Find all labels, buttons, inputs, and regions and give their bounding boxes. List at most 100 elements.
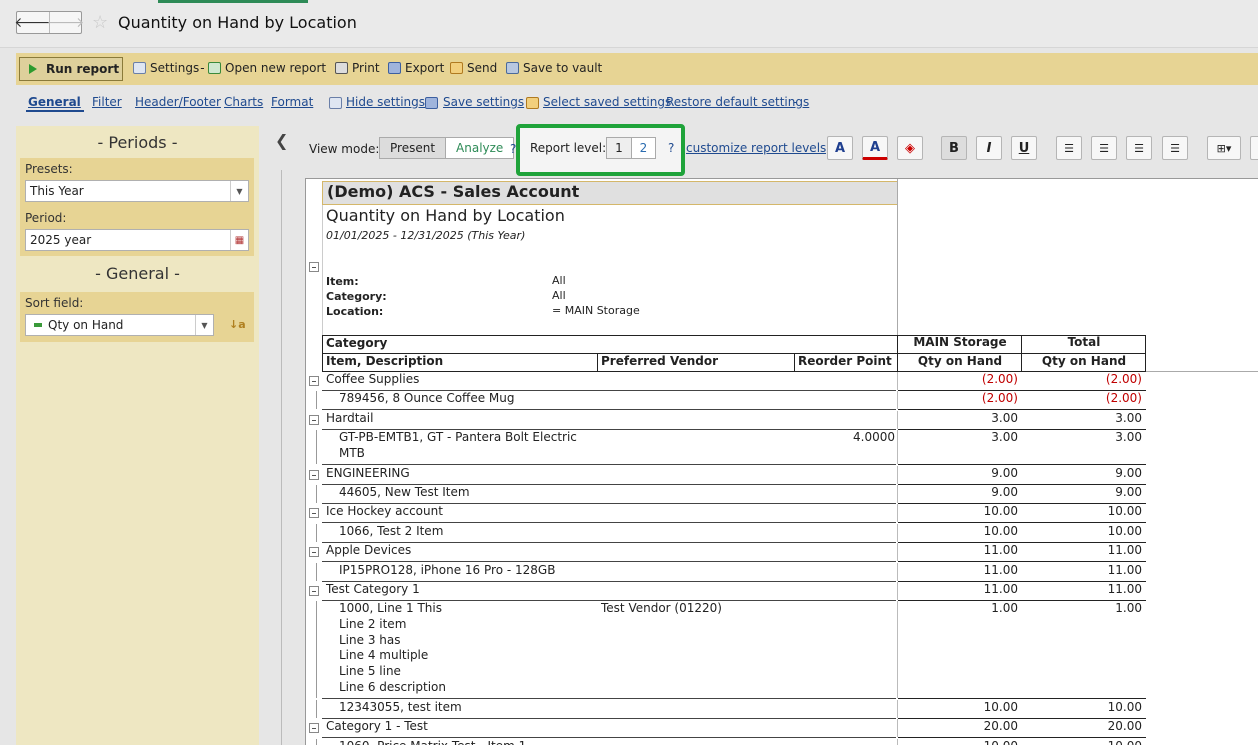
- qty-total: 1.00: [1115, 601, 1142, 615]
- item-description: 12343055, test item: [339, 700, 462, 714]
- column-header-vendor: Preferred Vendor: [601, 354, 719, 368]
- settings-icon: [133, 62, 146, 74]
- tab-filter[interactable]: Filter: [92, 95, 122, 109]
- column-divider: [897, 543, 898, 561]
- item-description: GT-PB-EMTB1, GT - Pantera Bolt Electric: [339, 430, 577, 444]
- qty-main-storage: 10.00: [898, 739, 1018, 745]
- collapse-row-icon[interactable]: [309, 586, 319, 596]
- chevron-down-icon[interactable]: ▼: [230, 181, 248, 201]
- row-divider: [898, 737, 1146, 738]
- qty-main-storage: 11.00: [983, 563, 1018, 577]
- collapse-row-icon[interactable]: [309, 470, 319, 480]
- back-arrow-icon[interactable]: 🡐: [14, 12, 52, 33]
- qty-total: 9.00: [1115, 466, 1142, 480]
- category-name: Test Category 1: [326, 582, 420, 596]
- row-divider: [322, 561, 896, 562]
- star-icon[interactable]: ☆: [92, 12, 108, 33]
- chevron-down-icon[interactable]: ▼: [195, 315, 213, 335]
- sort-order-icon[interactable]: ↓a: [229, 318, 246, 331]
- qty-total: 10.00: [1107, 524, 1142, 538]
- restore-default-settings-link[interactable]: Restore default settings: [666, 95, 809, 109]
- category-name: Coffee Supplies: [326, 372, 420, 386]
- period-field[interactable]: 2025 year ▦: [25, 229, 249, 251]
- bold-button[interactable]: B: [941, 136, 967, 160]
- report-level-2-button[interactable]: 2: [631, 138, 655, 158]
- align-center-icon[interactable]: ☰: [1091, 136, 1117, 160]
- qty-total: (2.00): [1105, 391, 1142, 405]
- collapse-panel-icon[interactable]: ❮: [275, 131, 288, 150]
- font-color-a-button[interactable]: A: [827, 136, 853, 160]
- collapse-header-icon[interactable]: [309, 262, 319, 272]
- select-saved-settings-link[interactable]: Select saved settings: [543, 95, 671, 109]
- column-divider: [897, 430, 898, 464]
- borders-icon[interactable]: ⊞▾: [1207, 136, 1241, 160]
- italic-button[interactable]: I: [976, 136, 1002, 160]
- panel-divider: [281, 170, 282, 745]
- align-right-icon[interactable]: ☰: [1126, 136, 1152, 160]
- tab-header-footer[interactable]: Header/Footer: [135, 95, 221, 109]
- qty-main-storage: 11.00: [983, 543, 1018, 557]
- collapse-row-icon[interactable]: [309, 723, 319, 733]
- report-level-1-button[interactable]: 1: [607, 138, 631, 158]
- tab-charts[interactable]: Charts: [224, 95, 263, 109]
- row-divider: [322, 464, 896, 465]
- qty-total: 11.00: [1107, 563, 1142, 577]
- save-to-vault-button[interactable]: Save to vault: [506, 61, 602, 75]
- periods-box: Presets: This Year ▼ Period: 2025 year ▦: [20, 158, 254, 256]
- presets-select[interactable]: This Year ▼: [25, 180, 249, 202]
- save-settings-icon: [425, 97, 438, 109]
- sort-field-value: Qty on Hand: [48, 318, 124, 332]
- sort-field-select[interactable]: Qty on Hand ▼: [25, 314, 214, 336]
- more-tools-button[interactable]: [1250, 136, 1258, 160]
- column-divider: [897, 524, 898, 542]
- send-button[interactable]: Send: [450, 61, 497, 75]
- settings-button[interactable]: Settings -: [133, 61, 205, 75]
- open-new-report-button[interactable]: Open new report: [208, 61, 326, 75]
- item-description: IP15PRO128, iPhone 16 Pro - 128GB: [339, 563, 556, 577]
- column-divider: [897, 504, 898, 522]
- tab-format[interactable]: Format: [271, 95, 313, 109]
- collapse-row-icon[interactable]: [309, 508, 319, 518]
- filter-location-label: Location:: [326, 305, 384, 318]
- settings-menu-bar: General Filter Header/Footer Charts Form…: [16, 88, 1258, 116]
- collapse-row-icon[interactable]: [309, 415, 319, 425]
- row-divider: [322, 409, 896, 410]
- printer-icon: [335, 62, 348, 74]
- underline-button[interactable]: U: [1011, 136, 1037, 160]
- fill-color-icon[interactable]: ◈: [897, 136, 923, 160]
- column-header-reorder: Reorder Point: [798, 354, 892, 368]
- period-label: Period:: [25, 211, 67, 225]
- report-viewer: (Demo) ACS - Sales Account Quantity on H…: [305, 178, 1258, 745]
- present-button[interactable]: Present: [380, 138, 446, 158]
- align-left-icon[interactable]: ☰: [1056, 136, 1082, 160]
- column-header-main-storage: MAIN Storage: [913, 335, 1007, 349]
- analyze-button[interactable]: Analyze: [445, 138, 514, 158]
- column-divider: [897, 391, 898, 409]
- tab-general[interactable]: General: [28, 95, 81, 109]
- qty-total: (2.00): [1105, 372, 1142, 386]
- export-button[interactable]: Export: [388, 61, 444, 75]
- item-description: Line 5 line: [339, 664, 401, 678]
- presets-label: Presets:: [25, 162, 73, 176]
- qty-main-storage: 10.00: [983, 700, 1018, 714]
- row-divider: [898, 409, 1146, 410]
- customize-report-levels-link[interactable]: customize report levels): [686, 141, 831, 155]
- category-name: Apple Devices: [326, 543, 412, 557]
- qty-main-storage: 11.00: [983, 582, 1018, 596]
- collapse-row-icon[interactable]: [309, 547, 319, 557]
- collapse-row-icon[interactable]: [309, 376, 319, 386]
- justify-icon[interactable]: ☰: [1162, 136, 1188, 160]
- hide-settings-link[interactable]: Hide settings: [346, 95, 425, 109]
- run-report-button[interactable]: Run report: [19, 57, 123, 81]
- calendar-icon[interactable]: ▦: [230, 230, 248, 250]
- print-button[interactable]: Print: [335, 61, 380, 75]
- report-level-toggle: 1 2: [606, 137, 656, 159]
- report-level-help-icon[interactable]: ?: [668, 141, 674, 155]
- row-divider: [322, 698, 896, 699]
- filter-item-label: Item:: [326, 275, 359, 288]
- font-color-button[interactable]: A: [862, 136, 888, 160]
- item-description: MTB: [339, 446, 365, 460]
- qty-main-storage: 3.00: [991, 430, 1018, 444]
- save-settings-link[interactable]: Save settings: [443, 95, 524, 109]
- forward-arrow-icon[interactable]: 🡒: [47, 12, 84, 33]
